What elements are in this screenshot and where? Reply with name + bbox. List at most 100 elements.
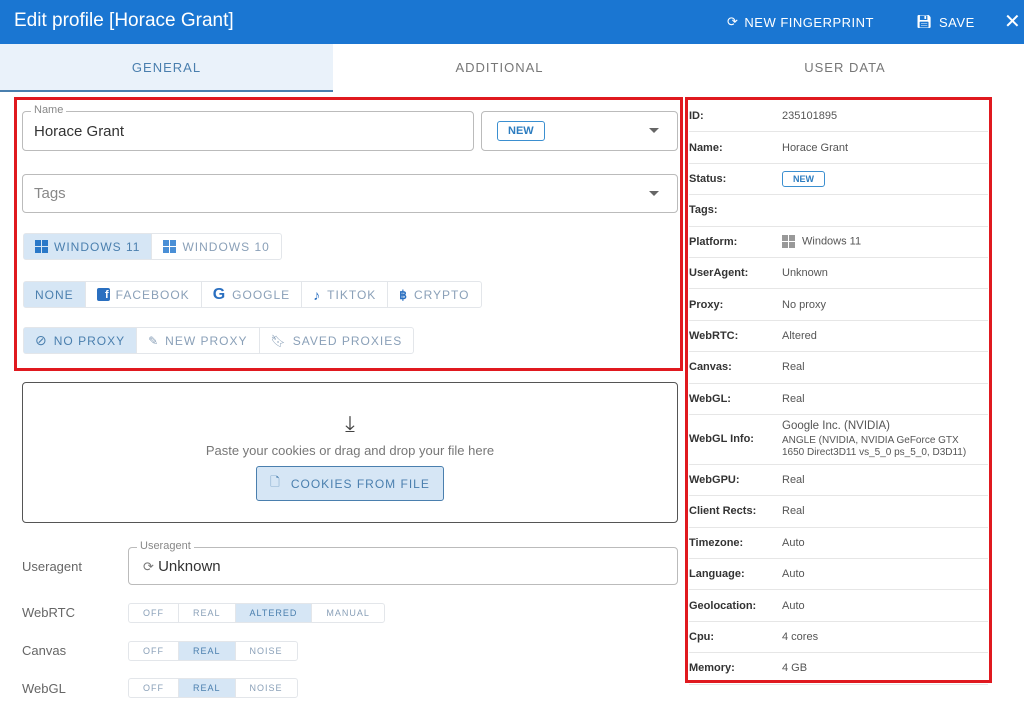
- summary-row: Name: Horace Grant: [689, 132, 988, 164]
- windows-icon: [782, 235, 795, 249]
- summary-value: Auto: [782, 599, 805, 612]
- tab-user-data[interactable]: USER DATA: [666, 44, 1024, 92]
- summary-key: Language:: [689, 568, 745, 581]
- cookies-button-label: COOKIES FROM FILE: [290, 476, 430, 491]
- template-google[interactable]: G GOOGLE: [202, 282, 303, 307]
- summary-key: Memory:: [689, 662, 735, 675]
- summary-row: WebGL: Real: [689, 384, 988, 415]
- tags-placeholder: Tags: [34, 185, 66, 202]
- proxy-none[interactable]: ⊘ NO PROXY: [24, 328, 138, 353]
- windows-icon: [35, 240, 48, 253]
- cookies-hint: Paste your cookies or drag and drop your…: [205, 443, 495, 458]
- canvas-label: Canvas: [22, 643, 67, 658]
- proxy-label: SAVED PROXIES: [292, 333, 403, 348]
- save-label: SAVE: [939, 14, 975, 30]
- template-label: NONE: [35, 287, 74, 302]
- download-icon: ⤓: [345, 411, 355, 436]
- tags-select[interactable]: Tags: [22, 174, 678, 213]
- bookmark-icon: 🔖︎: [270, 333, 287, 348]
- canvas-selector: OFF REAL NOISE: [128, 641, 298, 661]
- summary-value: Real: [782, 361, 805, 374]
- template-none[interactable]: NONE: [24, 282, 86, 307]
- summary-row: Platform: Windows 11: [689, 227, 988, 258]
- block-icon: ⊘: [35, 332, 48, 348]
- tab-additional[interactable]: ADDITIONAL: [333, 44, 666, 92]
- summary-value: Real: [782, 505, 805, 518]
- file-icon: 🗋: [270, 475, 281, 489]
- summary-key: Name:: [689, 141, 723, 154]
- webrtc-option-altered[interactable]: ALTERED: [235, 604, 313, 622]
- webrtc-label: WebRTC: [22, 605, 75, 620]
- summary-row: Canvas: Real: [689, 352, 988, 384]
- summary-row: Geolocation: Auto: [689, 590, 988, 622]
- template-label: TIKTOK: [327, 287, 377, 302]
- summary-key: Tags:: [689, 204, 718, 217]
- summary-value: 4 GB: [782, 662, 808, 675]
- status-badge: NEW: [497, 121, 545, 141]
- canvas-option-noise[interactable]: NOISE: [236, 642, 297, 660]
- summary-row: Timezone: Auto: [689, 528, 988, 560]
- name-input[interactable]: Name Horace Grant: [22, 104, 474, 151]
- summary-key: Client Rects:: [689, 505, 757, 518]
- floppy-icon: 💾︎: [916, 14, 934, 29]
- webgl-option-noise[interactable]: NOISE: [236, 679, 297, 697]
- summary-row: Proxy: No proxy: [689, 289, 988, 321]
- template-tiktok[interactable]: ♪ TIKTOK: [302, 282, 389, 307]
- summary-value: Unknown: [782, 267, 828, 280]
- summary-key: Canvas:: [689, 361, 732, 374]
- save-button[interactable]: 💾︎ SAVE: [916, 14, 975, 30]
- summary-row: WebGL Info: Google Inc. (NVIDIA) ANGLE (NV…: [689, 415, 988, 465]
- tiktok-icon: ♪: [313, 286, 322, 303]
- summary-row: Cpu: 4 cores: [689, 622, 988, 654]
- webgl-option-real[interactable]: REAL: [179, 679, 236, 697]
- canvas-option-off[interactable]: OFF: [129, 642, 179, 660]
- os-windows-10[interactable]: WINDOWS 10: [152, 234, 280, 259]
- summary-key: Status:: [689, 172, 727, 185]
- template-label: FACEBOOK: [115, 287, 190, 302]
- header-bar: Edit profile [Horace Grant] ⟳ NEW FINGERP…: [0, 0, 1024, 44]
- tab-general[interactable]: GENERAL: [0, 44, 333, 92]
- canvas-option-real[interactable]: REAL: [179, 642, 236, 660]
- webrtc-selector: OFF REAL ALTERED MANUAL: [128, 603, 385, 623]
- cookies-from-file-button[interactable]: 🗋 COOKIES FROM FILE: [256, 466, 444, 501]
- status-select[interactable]: NEW: [481, 111, 678, 151]
- bitcoin-icon: ฿: [399, 287, 408, 302]
- useragent-input[interactable]: Useragent ⟳ Unknown: [128, 540, 678, 585]
- proxy-label: NO PROXY: [53, 333, 126, 348]
- facebook-icon: f: [96, 288, 110, 301]
- summary-value: 235101895: [782, 110, 838, 123]
- name-label: Name: [31, 104, 67, 116]
- summary-key: WebGPU:: [689, 474, 740, 487]
- summary-value-detail: ANGLE (NVIDIA, NVIDIA GeForce GTX 1650 D…: [782, 435, 967, 458]
- webrtc-option-manual[interactable]: MANUAL: [312, 604, 384, 622]
- os-windows-11[interactable]: WINDOWS 11: [24, 234, 153, 259]
- windows-icon: [163, 240, 177, 253]
- chevron-down-icon: [649, 191, 659, 196]
- summary-row: UserAgent: Unknown: [689, 258, 988, 290]
- template-label: CRYPTO: [413, 287, 470, 302]
- proxy-saved[interactable]: 🔖︎ SAVED PROXIES: [260, 328, 414, 353]
- webgl-label: WebGL: [22, 681, 66, 696]
- proxy-label: NEW PROXY: [165, 333, 248, 348]
- summary-key: Platform:: [689, 235, 738, 248]
- template-label: GOOGLE: [232, 287, 291, 302]
- summary-value: Altered: [782, 329, 817, 342]
- tab-bar: GENERAL ADDITIONAL USER DATA: [0, 44, 1024, 92]
- webrtc-option-real[interactable]: REAL: [179, 604, 236, 622]
- summary-key: Cpu:: [689, 631, 715, 644]
- webrtc-option-off[interactable]: OFF: [129, 604, 179, 622]
- summary-key: ID:: [689, 110, 704, 123]
- os-selector: WINDOWS 11 WINDOWS 10: [23, 233, 282, 260]
- cookies-textarea[interactable]: ⤓ Paste your cookies or drag and drop yo…: [22, 382, 678, 523]
- summary-key: Geolocation:: [689, 599, 757, 612]
- webgl-option-off[interactable]: OFF: [129, 679, 179, 697]
- new-fingerprint-button[interactable]: ⟳ NEW FINGERPRINT: [727, 14, 874, 30]
- summary-row: WebGPU: Real: [689, 465, 988, 497]
- summary-key: Timezone:: [689, 536, 744, 549]
- template-facebook[interactable]: f FACEBOOK: [86, 282, 202, 307]
- profile-summary: ID: 235101895 Name: Horace Grant Status: NEW T…: [689, 101, 988, 685]
- summary-key: WebGL:: [689, 392, 731, 405]
- proxy-new[interactable]: ✎ NEW PROXY: [137, 328, 260, 353]
- template-crypto[interactable]: ฿ CRYPTO: [388, 282, 480, 307]
- close-icon[interactable]: ✕: [1004, 9, 1021, 34]
